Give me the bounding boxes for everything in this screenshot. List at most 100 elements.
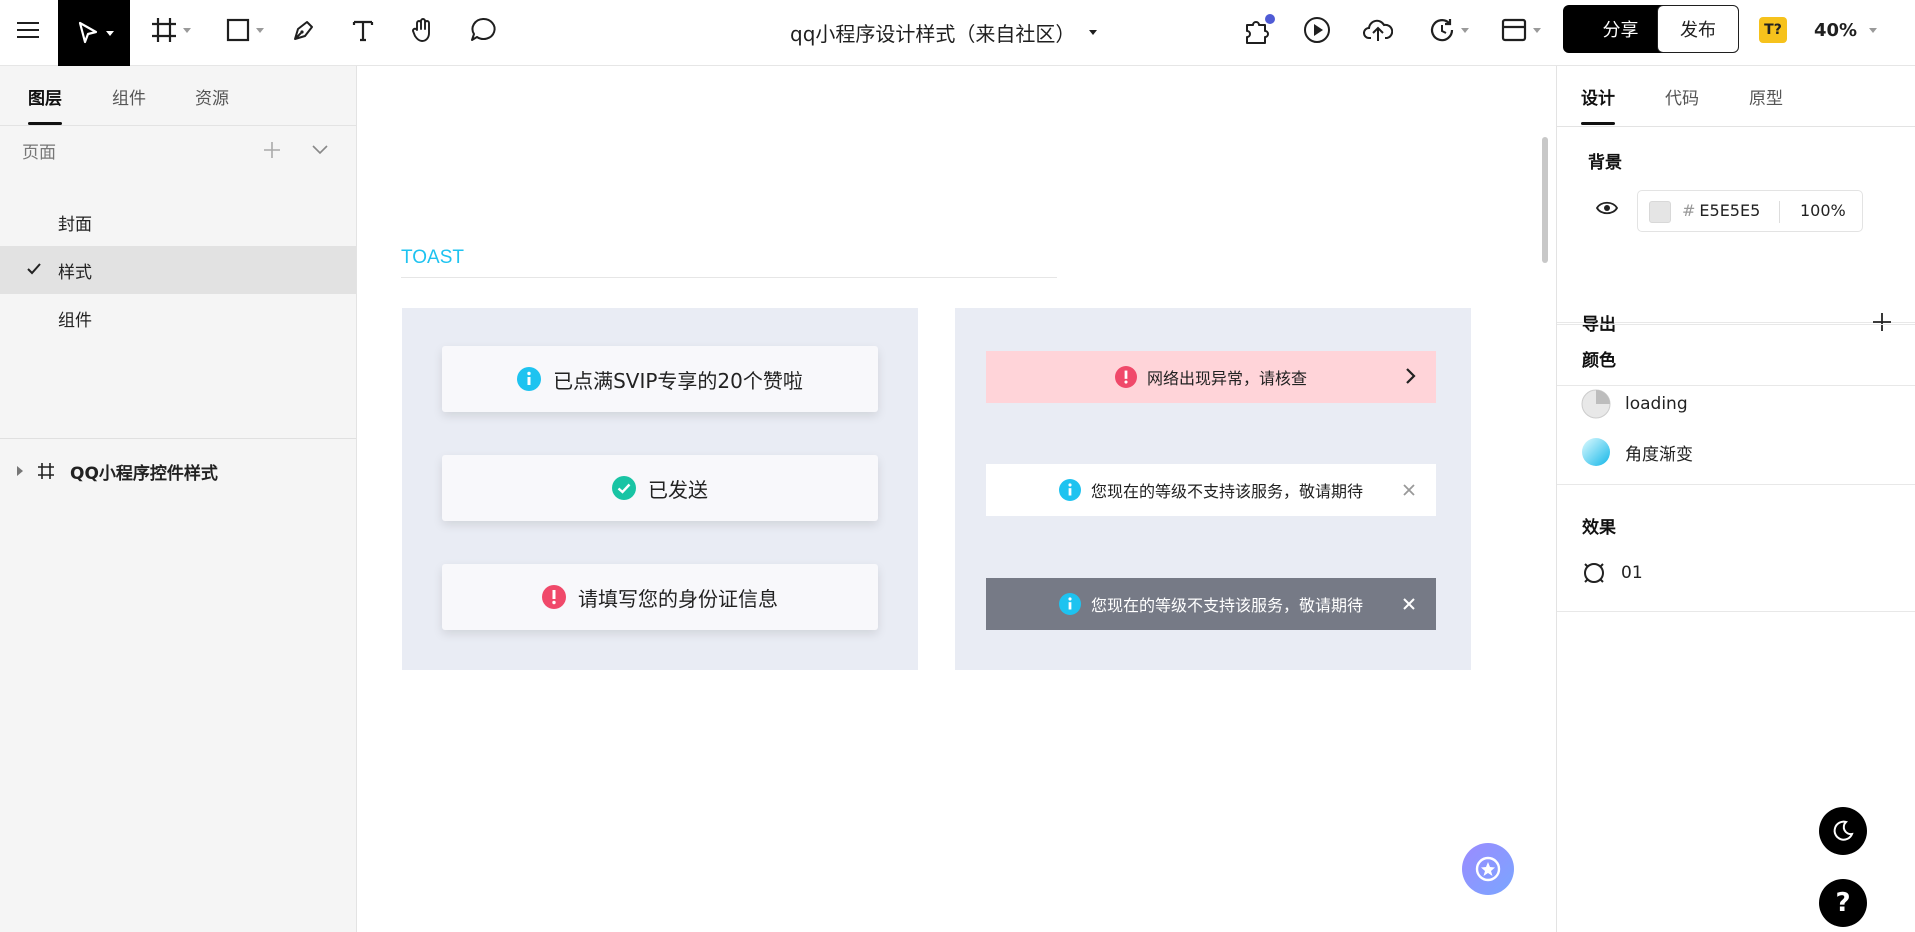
close-icon[interactable] bbox=[1402, 597, 1416, 611]
color-style-label: loading bbox=[1625, 394, 1688, 414]
colors-title: 颜色 bbox=[1582, 351, 1616, 371]
divider bbox=[1557, 324, 1915, 325]
banner-text: 网络出现异常，请核查 bbox=[1146, 369, 1307, 388]
history-icon bbox=[1430, 19, 1453, 42]
upload-button[interactable] bbox=[1360, 9, 1396, 51]
tab-design[interactable]: 设计 bbox=[1581, 84, 1615, 125]
frame-icon bbox=[151, 18, 176, 42]
chevron-down-icon bbox=[105, 30, 114, 36]
color-style-loading[interactable]: loading bbox=[1581, 389, 1688, 419]
layers-divider bbox=[0, 438, 356, 439]
background-color-field[interactable]: # E5E5E5 100% bbox=[1637, 190, 1863, 232]
close-icon[interactable] bbox=[1402, 483, 1416, 497]
toast-card-error[interactable]: 请填写您的身份证信息 bbox=[442, 564, 878, 630]
pages-header: 页面 bbox=[0, 128, 356, 168]
text-tool-button[interactable] bbox=[346, 9, 380, 51]
color-style-angular-gradient[interactable]: 角度渐变 bbox=[1581, 437, 1693, 467]
rectangle-icon bbox=[226, 18, 249, 42]
expand-arrow-icon[interactable] bbox=[17, 466, 23, 476]
history-button[interactable] bbox=[1424, 9, 1472, 51]
pages-label: 页面 bbox=[22, 143, 56, 163]
layout-panel-icon bbox=[1501, 18, 1526, 42]
layer-item-qq-controls[interactable]: QQ小程序控件样式 bbox=[0, 454, 356, 488]
add-export-icon[interactable] bbox=[1872, 312, 1892, 332]
puzzle-icon bbox=[1246, 14, 1275, 44]
main-menu-button[interactable] bbox=[8, 9, 48, 51]
help-button[interactable]: ? bbox=[1819, 879, 1867, 927]
effect-style-label: 01 bbox=[1621, 563, 1643, 583]
chevron-down-icon bbox=[1869, 27, 1878, 33]
cloud-upload-icon bbox=[1363, 19, 1393, 41]
page-item-label: 封面 bbox=[58, 214, 92, 235]
check-icon bbox=[27, 263, 41, 275]
hex-value: E5E5E5 bbox=[1699, 201, 1761, 220]
effect-style-icon bbox=[1584, 563, 1604, 583]
page-item-cover[interactable]: 封面 bbox=[0, 198, 356, 246]
chevron-down-icon bbox=[1460, 27, 1469, 33]
effect-style-01[interactable]: 01 bbox=[1581, 558, 1643, 588]
banner-network-error[interactable]: 网络出现异常，请核查 bbox=[986, 351, 1436, 403]
hamburger-icon bbox=[17, 22, 39, 38]
hex-input[interactable]: # E5E5E5 bbox=[1682, 201, 1760, 220]
effects-title: 效果 bbox=[1582, 518, 1616, 538]
canvas-vertical-scrollbar[interactable] bbox=[1542, 137, 1548, 263]
color-style-label: 角度渐变 bbox=[1625, 444, 1693, 465]
frame-tool-button[interactable] bbox=[146, 9, 194, 51]
tab-assets[interactable]: 资源 bbox=[195, 84, 229, 109]
font-missing-badge[interactable]: T? bbox=[1759, 17, 1787, 43]
zoom-dropdown[interactable]: 40% bbox=[1814, 17, 1878, 43]
left-tabs: 图层 组件 资源 bbox=[0, 66, 356, 126]
toast-text: 已发送 bbox=[648, 477, 708, 502]
comment-tool-button[interactable] bbox=[466, 9, 500, 51]
pen-icon bbox=[294, 21, 313, 40]
pen-tool-button[interactable] bbox=[287, 9, 321, 51]
banner-text: 您现在的等级不支持该服务，敬请期待 bbox=[1090, 482, 1363, 501]
layer-label: QQ小程序控件样式 bbox=[70, 463, 218, 484]
page-item-label: 组件 bbox=[58, 310, 92, 331]
background-title: 背景 bbox=[1588, 153, 1622, 173]
document-title[interactable]: qq小程序设计样式（来自社区） bbox=[790, 17, 1098, 47]
tab-layers[interactable]: 图层 bbox=[28, 84, 62, 125]
top-toolbar: qq小程序设计样式（来自社区） 分享 发布 T? 40% bbox=[0, 0, 1915, 66]
banner-text: 您现在的等级不支持该服务，敬请期待 bbox=[1090, 596, 1363, 615]
toast-text: 已点满SVIP专享的20个赞啦 bbox=[553, 368, 803, 393]
page-item-style[interactable]: 样式 bbox=[0, 246, 356, 294]
chevron-right-icon[interactable] bbox=[1404, 367, 1416, 385]
toast-card-success[interactable]: 已发送 bbox=[442, 455, 878, 521]
pointer-icon bbox=[78, 21, 97, 44]
info-icon bbox=[1058, 479, 1081, 501]
hand-tool-button[interactable] bbox=[406, 9, 440, 51]
toast-card-info[interactable]: 已点满SVIP专享的20个赞啦 bbox=[442, 346, 878, 412]
play-icon bbox=[1304, 17, 1330, 43]
opacity-input[interactable]: 100% bbox=[1800, 201, 1846, 220]
page-item-components[interactable]: 组件 bbox=[0, 294, 356, 342]
sparkle-icon bbox=[1475, 856, 1501, 882]
zoom-value: 40% bbox=[1814, 19, 1858, 41]
collapse-pages-icon[interactable] bbox=[311, 142, 329, 156]
gradient-swatch-icon bbox=[1582, 438, 1610, 466]
info-icon bbox=[517, 367, 542, 391]
divider bbox=[1557, 484, 1915, 485]
publish-button[interactable]: 发布 bbox=[1657, 5, 1739, 53]
info-icon bbox=[1058, 593, 1081, 615]
chevron-down-icon bbox=[255, 27, 264, 33]
color-swatch[interactable] bbox=[1649, 201, 1671, 223]
field-separator bbox=[1779, 201, 1780, 223]
hand-icon bbox=[412, 18, 430, 42]
document-title-text: qq小程序设计样式（来自社区） bbox=[790, 21, 1076, 46]
banner-level-info-dark[interactable]: 您现在的等级不支持该服务，敬请期待 bbox=[986, 578, 1436, 630]
tab-prototype[interactable]: 原型 bbox=[1749, 84, 1783, 109]
theme-toggle-button[interactable] bbox=[1819, 807, 1867, 855]
layout-button[interactable] bbox=[1496, 9, 1544, 51]
move-tool-button[interactable] bbox=[58, 0, 130, 66]
tab-code[interactable]: 代码 bbox=[1665, 84, 1699, 109]
banner-level-info-light[interactable]: 您现在的等级不支持该服务，敬请期待 bbox=[986, 464, 1436, 516]
add-page-icon[interactable] bbox=[262, 140, 282, 160]
tab-components[interactable]: 组件 bbox=[112, 84, 146, 109]
ai-assistant-button[interactable] bbox=[1462, 843, 1514, 895]
plugins-button[interactable] bbox=[1238, 9, 1280, 51]
shape-tool-button[interactable] bbox=[220, 9, 268, 51]
eye-icon[interactable] bbox=[1595, 200, 1619, 216]
heading-divider bbox=[401, 277, 1057, 278]
play-button[interactable] bbox=[1300, 9, 1334, 51]
